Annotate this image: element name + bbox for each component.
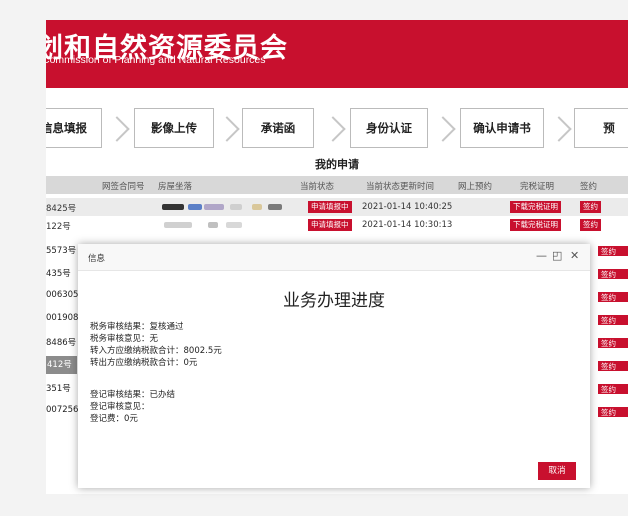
dialog-header: 信息 — ◰ ✕ (78, 244, 590, 271)
table-row: 122号 申请填报中 2021-01-14 10:30:13 下载完税证明 签约 (46, 216, 628, 234)
sign-button[interactable]: 签约 (598, 361, 628, 371)
step-info-fill[interactable]: 信息填报 (46, 108, 102, 148)
status-badge: 申请填报中 (308, 219, 352, 231)
contract-id-selected: 412号 (46, 356, 77, 374)
minimize-icon[interactable]: — (536, 249, 547, 262)
status-time: 2021-01-14 10:30:13 (362, 220, 453, 230)
sign-button[interactable]: 签约 (598, 407, 628, 417)
col-address: 房屋坐落 (158, 182, 193, 192)
contract-id: 5573号 (46, 246, 77, 256)
sign-button[interactable]: 签约 (580, 219, 601, 231)
step-arrow-icon (104, 116, 130, 142)
status-time: 2021-01-14 10:40:25 (362, 202, 453, 212)
sign-button[interactable]: 签约 (580, 201, 601, 213)
cancel-button[interactable]: 取消 (538, 462, 576, 480)
download-tax-cert-button[interactable]: 下载完税证明 (510, 201, 561, 213)
step-image-upload[interactable]: 影像上传 (134, 108, 214, 148)
sign-button[interactable]: 签约 (598, 338, 628, 348)
contract-id: 8425号 (46, 204, 77, 214)
contract-id: 007256 (46, 405, 79, 415)
step-progress: 信息填报 影像上传 承诺函 身份认证 确认申请书 预 (46, 108, 628, 150)
step-next[interactable]: 预 (574, 108, 628, 148)
contract-id: 122号 (46, 222, 71, 232)
blurred-address (164, 222, 192, 228)
step-identity-auth[interactable]: 身份认证 (350, 108, 428, 148)
step-confirm-application[interactable]: 确认申请书 (460, 108, 544, 148)
download-tax-cert-button[interactable]: 下载完税证明 (510, 219, 561, 231)
sign-button[interactable]: 签约 (598, 292, 628, 302)
col-sign: 签约 (580, 182, 598, 192)
blurred-address (230, 204, 242, 210)
transferee-tax-total: 转入方应缴纳税款合计：8002.5元 (90, 346, 222, 356)
tax-review-result: 税务审核结果：复核通过 (90, 322, 184, 332)
table-row: 8425号 申请填报中 2021-01-14 10:40:25 下载完税证明 签… (46, 198, 628, 216)
col-contract-no: 网签合同号 (102, 182, 145, 192)
registration-result: 登记审核结果：已办结 (90, 390, 176, 400)
step-arrow-icon (320, 116, 346, 142)
section-title: 我的申请 (315, 158, 359, 171)
blurred-address (208, 222, 218, 228)
col-online-booking: 网上预约 (458, 182, 493, 192)
sign-button[interactable]: 签约 (598, 269, 628, 279)
tax-review-opinion: 税务审核意见：无 (90, 334, 159, 344)
step-arrow-icon (214, 116, 240, 142)
col-update-time: 当前状态更新时间 (366, 182, 435, 192)
sign-button[interactable]: 签约 (598, 384, 628, 394)
step-arrow-icon (430, 116, 456, 142)
col-tax-cert: 完税证明 (520, 182, 555, 192)
progress-dialog: 信息 — ◰ ✕ 业务办理进度 税务审核结果：复核通过 税务审核意见：无 转入方… (78, 244, 590, 488)
blurred-address (252, 204, 262, 210)
transferor-tax-total: 转出方应缴纳税款合计：0元 (90, 358, 198, 368)
dialog-title: 业务办理进度 (283, 291, 385, 311)
sign-button[interactable]: 签约 (598, 315, 628, 325)
blurred-address (204, 204, 224, 210)
contract-id: 351号 (46, 384, 71, 394)
contract-id: 006305 (46, 290, 79, 300)
status-badge: 申请填报中 (308, 201, 352, 213)
step-commitment-letter[interactable]: 承诺函 (242, 108, 314, 148)
contract-id: 8486号 (46, 338, 77, 348)
blurred-address (226, 222, 242, 228)
dialog-header-title: 信息 (88, 254, 106, 264)
maximize-icon[interactable]: ◰ (552, 249, 562, 262)
close-icon[interactable]: ✕ (570, 249, 579, 262)
sign-button[interactable]: 签约 (598, 246, 628, 256)
blurred-address (162, 204, 184, 210)
contract-id: 435号 (46, 269, 71, 279)
contract-id: 001908 (46, 313, 79, 323)
blurred-address (188, 204, 202, 210)
registration-fee: 登记费：0元 (90, 414, 138, 424)
header-subtitle: Commission of Planning and Natural Resou… (46, 54, 266, 66)
table-header: 网签合同号 房屋坐落 当前状态 当前状态更新时间 网上预约 完税证明 签约 (46, 176, 628, 194)
step-arrow-icon (546, 116, 572, 142)
registration-opinion: 登记审核意见： (90, 402, 150, 412)
col-status: 当前状态 (300, 182, 335, 192)
site-header: 规划和自然资源委员会 Commission of Planning and Na… (46, 20, 628, 88)
blurred-address (268, 204, 282, 210)
